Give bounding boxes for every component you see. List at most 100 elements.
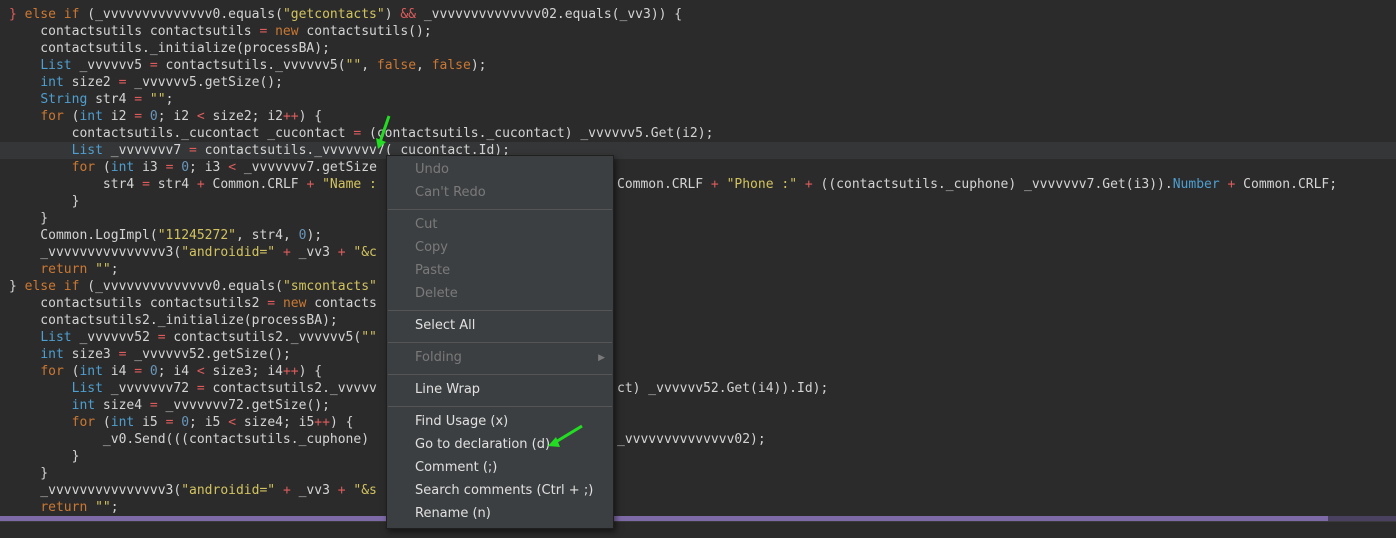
code-token: List [40, 58, 72, 73]
code-token: return [40, 500, 88, 515]
code-token: size3 [63, 347, 119, 362]
code-token: _vvvvvvvvvvvvvvv3( [9, 245, 182, 260]
code-line[interactable]: for (int i3 = 0; i3 < _vvvvvvv7.getSize [0, 159, 1396, 176]
menu-item-delete[interactable]: Delete [387, 283, 613, 305]
menu-separator [388, 374, 612, 375]
code-token: size4 [95, 398, 150, 413]
code-token: _vvvvvv52 [71, 330, 158, 345]
code-line[interactable]: _vvvvvvvvvvvvvvv3("androidid=" + _vv3 + … [0, 482, 1396, 499]
menu-item-search-comments[interactable]: Search comments (Ctrl + ;) [387, 480, 613, 502]
code-token: false [376, 58, 417, 73]
code-line[interactable]: int size2 = _vvvvvv5.getSize(); [0, 74, 1396, 91]
code-token: new [275, 24, 299, 39]
code-token: contactsutils contactsutils [9, 24, 260, 39]
code-token: } [9, 7, 25, 22]
code-token: "" [95, 262, 111, 277]
code-token: size2 [63, 75, 119, 90]
code-line-fragment[interactable]: Common.CRLF + "Phone :" + ((contactsutil… [617, 176, 1396, 193]
menu-item-undo[interactable]: Undo [387, 159, 613, 181]
menu-item-select-all[interactable]: Select All [387, 315, 613, 337]
code-token: ); [470, 58, 487, 73]
code-line[interactable]: for (int i5 = 0; i5 < size4; i5++) { [0, 414, 1396, 431]
code-token: ) { [298, 364, 323, 379]
code-token: contactsutils._initialize(processBA); [9, 41, 330, 56]
context-menu: Undo Can't Redo Cut Copy Paste Delete Se… [386, 155, 614, 529]
code-token: < [196, 364, 205, 379]
code-line[interactable]: contactsutils contactsutils = new contac… [0, 23, 1396, 40]
code-token: _vv3 [290, 483, 338, 498]
menu-separator [388, 209, 612, 210]
code-token: contactsutils._vvvvvv5( [157, 58, 346, 73]
code-token: Common.LogImpl( [9, 228, 158, 243]
code-token: size2; i2 [204, 109, 283, 124]
code-token: int [40, 347, 64, 362]
code-token: List [40, 330, 72, 345]
menu-item-comment[interactable]: Comment (;) [387, 457, 613, 479]
code-line[interactable]: contactsutils2._initialize(processBA); [0, 312, 1396, 329]
code-line[interactable]: for (int i4 = 0; i4 < size3; i4++) { [0, 363, 1396, 380]
code-line[interactable]: _vvvvvvvvvvvvvvv3("androidid=" + _vv3 + … [0, 244, 1396, 261]
code-token: "smcontacts" [282, 279, 377, 294]
menu-item-line-wrap[interactable]: Line Wrap [387, 379, 613, 401]
code-token: + [282, 245, 291, 260]
code-token: } [9, 194, 80, 209]
code-token: "androidid=" [181, 483, 276, 498]
code-line-fragment[interactable]: _vvvvvvvvvvvvvv02); [617, 431, 1396, 448]
code-token: int [79, 109, 103, 124]
code-line[interactable]: List _vvvvvv52 = contactsutils2._vvvvvv5… [0, 329, 1396, 346]
code-line[interactable]: } else if (_vvvvvvvvvvvvvv0.equals("smco… [0, 278, 1396, 295]
code-line[interactable]: List _vvvvvvv7 = contactsutils._vvvvvvv7… [0, 142, 1396, 159]
code-token: ; [165, 92, 174, 107]
code-token: = [142, 177, 150, 192]
code-token: else if [24, 279, 80, 294]
menu-item-folding[interactable]: Folding ▶ [387, 347, 613, 369]
code-token: "" [149, 92, 166, 107]
menu-item-paste[interactable]: Paste [387, 260, 613, 282]
code-token: } [9, 466, 49, 481]
code-line[interactable]: } [0, 448, 1396, 465]
code-line[interactable]: String str4 = ""; [0, 91, 1396, 108]
code-line-fragment[interactable]: ct) _vvvvvv52.Get(i4)).Id); [617, 380, 1396, 397]
code-token: "11245272" [157, 228, 236, 243]
code-line[interactable]: contactsutils._initialize(processBA); [0, 40, 1396, 57]
code-line[interactable]: int size4 = _vvvvvvv72.getSize(); [0, 397, 1396, 414]
code-line[interactable]: return ""; [0, 499, 1396, 516]
code-token: } [9, 211, 49, 226]
code-token: "Name : [322, 177, 377, 192]
menu-item-rename[interactable]: Rename (n) [387, 503, 613, 525]
menu-item-copy[interactable]: Copy [387, 237, 613, 259]
code-token: contactsutils2._vvvvvv5( [165, 330, 362, 345]
code-token: < [228, 160, 237, 175]
code-line[interactable]: int size3 = _vvvvvv52.getSize(); [0, 346, 1396, 363]
code-line[interactable]: contactsutils contactsutils2 = new conta… [0, 295, 1396, 312]
code-line[interactable]: } [0, 210, 1396, 227]
code-line[interactable]: } else if (_vvvvvvvvvvvvvv0.equals("getc… [0, 6, 1396, 23]
menu-item-cut[interactable]: Cut [387, 214, 613, 236]
code-token: List [71, 143, 103, 158]
menu-item-redo[interactable]: Can't Redo [387, 182, 613, 204]
code-token: "&c [353, 245, 377, 260]
code-token: + [804, 177, 813, 192]
code-token: "&s [353, 483, 377, 498]
code-token: "getcontacts" [282, 7, 385, 22]
code-line[interactable]: List _vvvvvv5 = contactsutils._vvvvvv5("… [0, 57, 1396, 74]
code-line[interactable]: } [0, 465, 1396, 482]
code-editor[interactable]: } else if (_vvvvvvvvvvvvvv0.equals("getc… [0, 0, 1396, 516]
code-token: _vvvvvv5.getSize(); [126, 75, 283, 90]
code-line[interactable]: for (int i2 = 0; i2 < size2; i2++) { [0, 108, 1396, 125]
code-token: ++ [282, 109, 299, 124]
code-line[interactable]: Common.LogImpl("11245272", str4, 0); [0, 227, 1396, 244]
code-line[interactable]: contactsutils._cucontact _cucontact = (c… [0, 125, 1396, 142]
code-token: str4 [87, 92, 135, 107]
code-line[interactable]: return ""; [0, 261, 1396, 278]
code-token: contacts [306, 296, 377, 311]
code-line[interactable]: } [0, 193, 1396, 210]
